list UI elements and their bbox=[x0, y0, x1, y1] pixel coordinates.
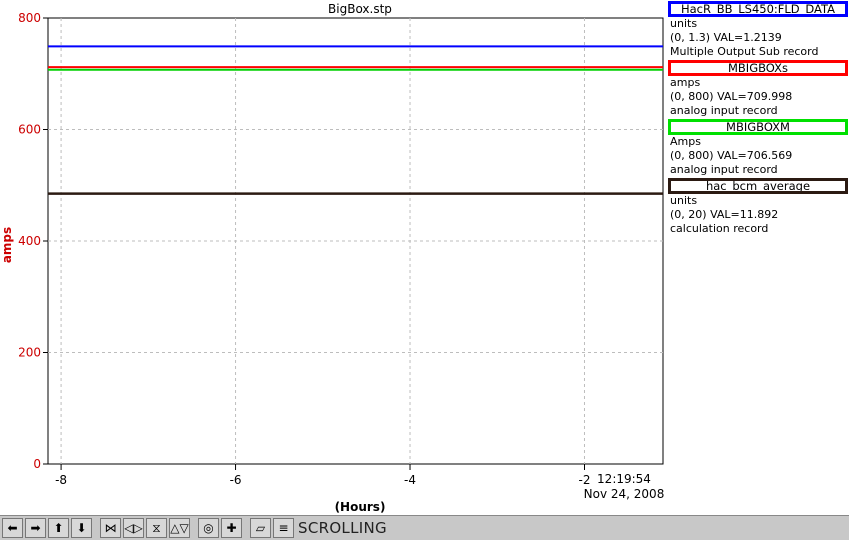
y-tick-label: 0 bbox=[33, 457, 41, 471]
status-label: SCROLLING bbox=[298, 519, 387, 537]
y-axis-ticks: 0 200 400 600 800 bbox=[18, 11, 48, 471]
x-axis-ticks: -8 -6 -4 -2 bbox=[55, 464, 590, 487]
legend-record: calculation record bbox=[670, 222, 769, 235]
legend-units: units bbox=[670, 194, 698, 207]
expand-vertical-icon[interactable]: ⧖ bbox=[146, 518, 167, 538]
legend-units: Amps bbox=[670, 135, 701, 148]
legend-units: amps bbox=[670, 76, 701, 89]
chart-title: BigBox.stp bbox=[328, 2, 392, 16]
shrink-vertical-icon[interactable]: △▽ bbox=[169, 518, 190, 538]
legend-range: (0, 1.3) VAL=1.2139 bbox=[670, 31, 782, 44]
shrink-horizontal-icon[interactable]: ◁▷ bbox=[123, 518, 144, 538]
arrow-right-icon[interactable]: ➡ bbox=[25, 518, 46, 538]
x-tick-label: -6 bbox=[230, 473, 242, 487]
end-time-label: 12:19:54 bbox=[597, 472, 651, 486]
legend-range: (0, 20) VAL=11.892 bbox=[670, 208, 779, 221]
legend-range: (0, 800) VAL=709.998 bbox=[670, 90, 793, 103]
auto-scale-icon[interactable]: ⏥ bbox=[250, 518, 271, 538]
expand-horizontal-icon[interactable]: ⋈ bbox=[100, 518, 121, 538]
toolbar: ⬅ ➡ ⬆ ⬇ ⋈ ◁▷ ⧖ △▽ ◎ ✚ ⏥ ≡ SCROLLING bbox=[0, 515, 849, 540]
legend: HacR_BB_LS450:FLD_DATA units (0, 1.3) VAL=… bbox=[668, 0, 849, 236]
legend-pv-name[interactable]: MBIGBOXs bbox=[668, 60, 848, 76]
scroll-mode-icon[interactable]: ≡ bbox=[273, 518, 294, 538]
legend-units: units bbox=[670, 17, 698, 30]
arrow-down-icon[interactable]: ⬇ bbox=[71, 518, 92, 538]
chart[interactable]: 0 200 400 600 800 -8 -6 -4 -2 BigBox.stp amps (… bbox=[0, 0, 668, 515]
y-tick-label: 600 bbox=[18, 123, 41, 137]
arrow-left-icon[interactable]: ⬅ bbox=[2, 518, 23, 538]
legend-pv-name[interactable]: hac_bcm_average bbox=[668, 178, 848, 194]
legend-record: analog input record bbox=[670, 163, 778, 176]
arrow-up-icon[interactable]: ⬆ bbox=[48, 518, 69, 538]
add-icon[interactable]: ✚ bbox=[221, 518, 242, 538]
legend-range: (0, 800) VAL=706.569 bbox=[670, 149, 793, 162]
legend-pv-name[interactable]: MBIGBOXM bbox=[668, 119, 848, 135]
x-tick-label: -4 bbox=[404, 473, 416, 487]
y-tick-label: 400 bbox=[18, 234, 41, 248]
legend-record: Multiple Output Sub record bbox=[670, 45, 819, 58]
x-tick-label: -8 bbox=[55, 473, 67, 487]
y-axis-label: amps bbox=[0, 227, 14, 263]
end-date-label: Nov 24, 2008 bbox=[584, 487, 665, 501]
y-tick-label: 800 bbox=[18, 11, 41, 25]
x-tick-label: -2 bbox=[579, 473, 591, 487]
legend-record: analog input record bbox=[670, 104, 778, 117]
center-icon[interactable]: ◎ bbox=[198, 518, 219, 538]
y-tick-label: 200 bbox=[18, 346, 41, 360]
x-axis-label: (Hours) bbox=[335, 500, 386, 514]
legend-pv-name[interactable]: HacR_BB_LS450:FLD_DATA bbox=[668, 1, 848, 17]
